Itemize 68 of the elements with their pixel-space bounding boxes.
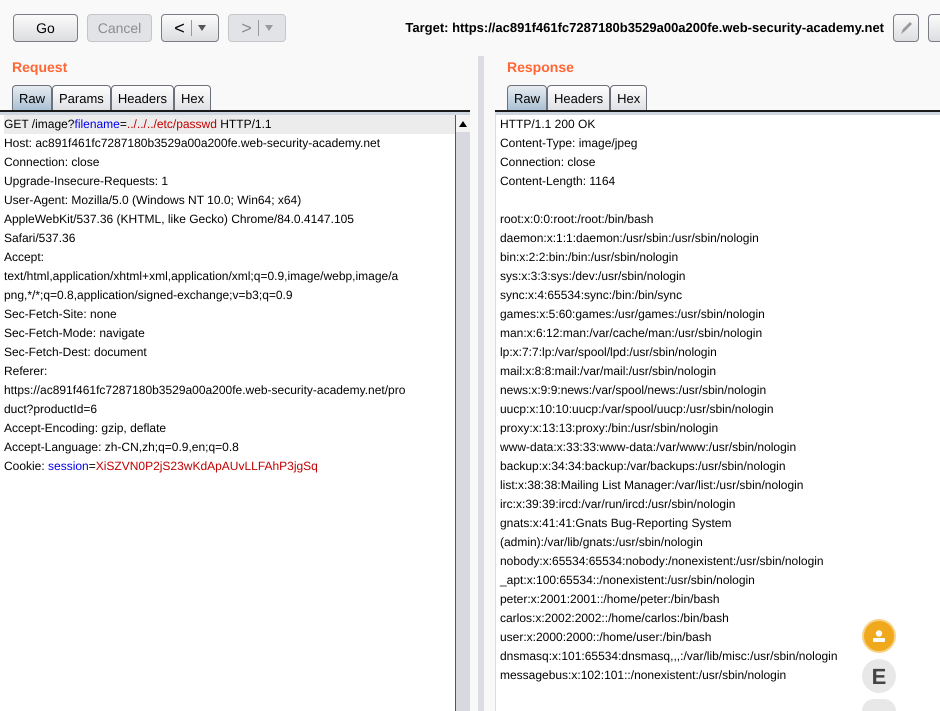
response-line: messagebus:x:102:101::/nonexistent:/usr/sbin/nologin [500, 667, 786, 684]
response-line: (admin):/var/lib/gnats:/usr/sbin/nologin [500, 534, 703, 551]
person-icon [872, 630, 886, 642]
pencil-icon [898, 20, 914, 36]
target-label: Target: https://ac891f461fc7287180b3529a00a200fe.web-security-academy.net [405, 19, 884, 38]
response-line: sync:x:4:65534:sync:/bin:/bin/sync [500, 287, 682, 304]
response-line: _apt:x:100:65534::/nonexistent:/usr/sbin/nologin [500, 572, 755, 589]
request-line: Host: ac891f461fc7287180b3529a00a200fe.web-security-academy.net [4, 135, 382, 152]
up-arrow-icon [459, 120, 467, 126]
response-header-line: Content-Type: image/jpeg [500, 135, 638, 152]
response-line: bin:x:2:2:bin:/bin:/usr/sbin/nologin [500, 249, 678, 266]
response-line: daemon:x:1:1:daemon:/usr/sbin:/usr/sbin/nologin [500, 230, 759, 247]
request-line: Sec-Fetch-Mode: navigate [4, 325, 146, 342]
go-button[interactable]: Go [13, 14, 78, 42]
response-line: dnsmasq:x:101:65534:dnsmasq,,,:/var/lib/misc:/usr/sbin/nologin [500, 648, 838, 665]
request-line: Cookie: session=XiSZVN0P2jS23wKdApAUvLLFAhP3jgSq [4, 458, 319, 475]
response-title: Response [506, 58, 575, 77]
request-line: User-Agent: Mozilla/5.0 (Windows NT 10.0; Win64; x64) [4, 192, 302, 209]
tab[interactable]: Params [52, 85, 111, 110]
response-line: carlos:x:2002:2002::/home/carlos:/bin/bash [500, 610, 729, 627]
request-line: text/html,application/xhtml+xml,application/xml;q=0.9,image/webp,image/a [4, 268, 400, 285]
response-line: man:x:6:12:man:/var/cache/man:/usr/sbin/nologin [500, 325, 762, 342]
response-line: sys:x:3:3:sys:/dev:/usr/sbin/nologin [500, 268, 686, 285]
tab[interactable]: Raw [507, 85, 548, 110]
response-line: uucp:x:10:10:uucp:/var/spool/uucp:/usr/sbin/nologin [500, 401, 774, 418]
request-line: Accept-Encoding: gzip, deflate [4, 420, 168, 437]
request-line: png,*/*;q=0.8,application/signed-exchange;v=b3;q=0.9 [4, 287, 294, 304]
request-line: Connection: close [4, 154, 100, 171]
response-line: www-data:x:33:33:www-data:/var/www:/usr/sbin/nologin [500, 439, 796, 456]
tab[interactable]: Headers [547, 85, 610, 110]
response-line: irc:x:39:39:ircd:/var/run/ircd:/usr/sbin/nologin [500, 496, 736, 513]
back-button[interactable]: < [161, 14, 219, 42]
response-line: mail:x:8:8:mail:/var/mail:/usr/sbin/nologin [500, 363, 716, 380]
tab[interactable]: Raw [12, 85, 52, 110]
request-line: Safari/537.36 [4, 230, 76, 247]
request-line: Sec-Fetch-Site: none [4, 306, 118, 323]
request-line: Accept: [4, 249, 46, 266]
response-line: games:x:5:60:games:/usr/games:/usr/sbin/nologin [500, 306, 765, 323]
request-line: https://ac891f461fc7287180b3529a00a200fe.web-security-academy.net/pro [4, 382, 406, 399]
response-header-line: HTTP/1.1 200 OK [500, 116, 596, 133]
help-button[interactable] [928, 14, 940, 42]
request-line: Referer: [4, 363, 48, 380]
caret-icon [264, 25, 273, 31]
request-line: Upgrade-Insecure-Requests: 1 [4, 173, 170, 190]
response-line: gnats:x:41:41:Gnats Bug-Reporting System [500, 515, 732, 532]
request-line: AppleWebKit/537.36 (KHTML, like Gecko) Chrome/84.0.4147.105 [4, 211, 355, 228]
tab[interactable]: Headers [110, 85, 174, 110]
request-line: Sec-Fetch-Dest: document [4, 344, 148, 361]
caret-icon [198, 25, 206, 31]
response-line: user:x:2000:2000::/home/user:/bin/bash [500, 629, 712, 646]
response-line: backup:x:34:34:backup:/var/backups:/usr/sbin/nologin [500, 458, 786, 475]
response-line: news:x:9:9:news:/var/spool/news:/usr/sbin/nologin [500, 382, 766, 399]
response-line: peter:x:2001:2001::/home/peter:/bin/bash [500, 591, 720, 608]
response-line: proxy:x:13:13:proxy:/bin:/usr/sbin/nologin [500, 420, 718, 437]
response-line: list:x:38:38:Mailing List Manager:/var/list:/usr/sbin/nologin [500, 477, 804, 494]
edit-button[interactable] [893, 14, 919, 42]
tab[interactable]: Hex [610, 85, 648, 110]
request-line: Accept-Language: zh-CN,zh;q=0.9,en;q=0.8 [4, 439, 240, 456]
tab[interactable]: Hex [174, 85, 212, 110]
response-line: lp:x:7:7:lp:/var/spool/lpd:/usr/sbin/nologin [500, 344, 717, 361]
response-header-line: Content-Length: 1164 [500, 173, 616, 190]
scroll-up-button[interactable] [456, 115, 470, 132]
request-title: Request [11, 58, 68, 77]
response-header-line: Connection: close [500, 154, 596, 171]
response-line: root:x:0:0:root:/root:/bin/bash [500, 211, 654, 228]
response-line: nobody:x:65534:65534:nobody:/nonexistent:/usr/sbin/nologin [500, 553, 824, 570]
scrollbar[interactable] [455, 115, 470, 711]
request-line: duct?productId=6 [4, 401, 98, 418]
